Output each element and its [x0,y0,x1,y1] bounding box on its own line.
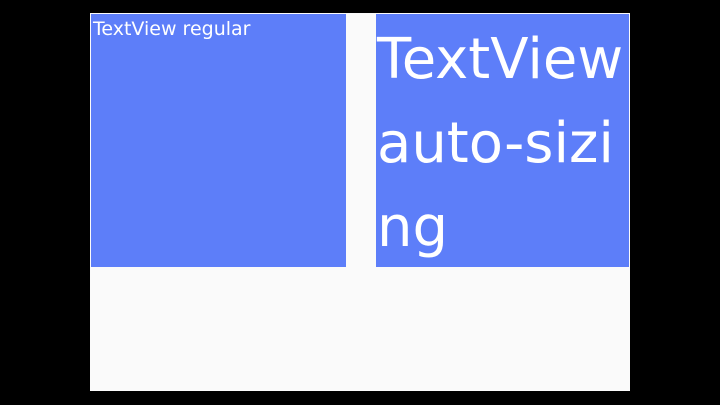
textview-regular: TextView regular [91,14,346,267]
textview-autosizing-text: TextView auto-sizing [377,27,624,260]
textview-autosizing: TextView auto-sizing [376,14,629,267]
app-frame: TextView regular TextView auto-sizing [90,13,630,391]
textview-regular-text: TextView regular [93,18,251,40]
